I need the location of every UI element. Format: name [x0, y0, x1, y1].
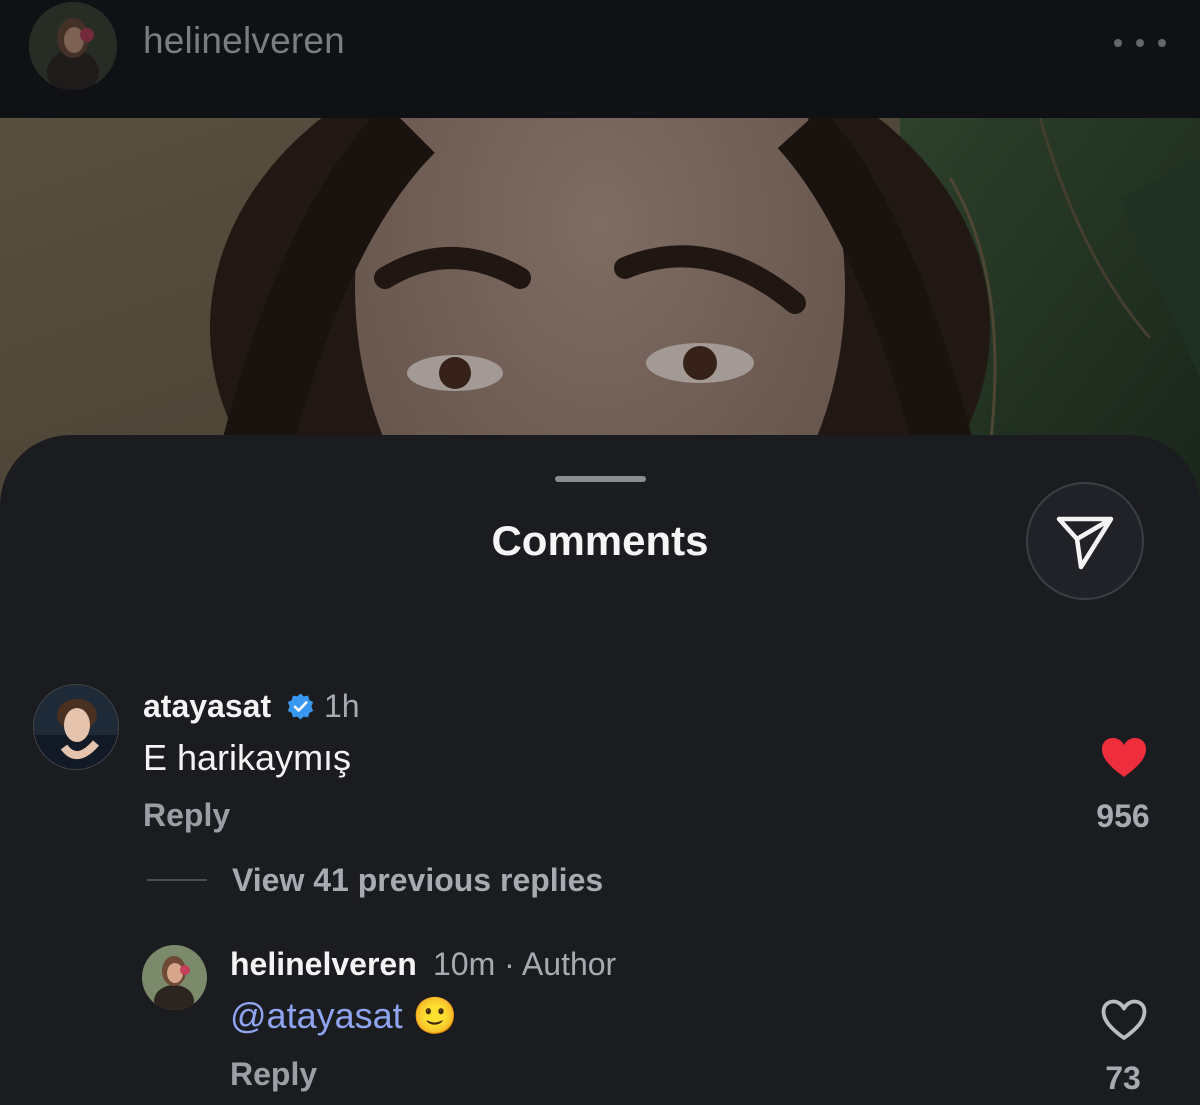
heart-filled-icon[interactable]: [1101, 737, 1147, 779]
mention-link[interactable]: @atayasat: [230, 995, 403, 1036]
reply-button[interactable]: Reply: [143, 797, 230, 834]
reply-reply-button[interactable]: Reply: [230, 1056, 317, 1093]
send-icon: [1056, 516, 1114, 570]
reply-username[interactable]: helinelveren: [230, 946, 417, 983]
reply-time: 10m: [433, 946, 496, 982]
author-username[interactable]: helinelveren: [143, 20, 345, 62]
view-previous-replies-button[interactable]: View 41 previous replies: [232, 862, 603, 899]
heart-outline-icon[interactable]: [1101, 999, 1147, 1041]
author-avatar-image: [29, 2, 117, 90]
smile-emoji: 🙂: [412, 995, 458, 1036]
commenter-username[interactable]: atayasat: [143, 688, 271, 725]
like-count: 956: [1096, 798, 1150, 834]
commenter-avatar[interactable]: [33, 684, 119, 770]
more-dot: [1136, 39, 1144, 47]
drag-handle[interactable]: [555, 476, 646, 482]
reply-meta: 10m · Author: [433, 946, 616, 983]
reply-avatar[interactable]: [142, 945, 207, 1010]
more-horizontal-icon[interactable]: [1114, 30, 1166, 56]
more-dot: [1114, 39, 1122, 47]
author-avatar[interactable]: [29, 2, 117, 90]
reply-avatar-image: [142, 945, 207, 1010]
comments-sheet: Comments atayasat 1h E harikaymış Reply …: [0, 435, 1200, 1105]
replies-divider: [147, 879, 207, 881]
meta-separator: ·: [504, 946, 515, 982]
more-dot: [1158, 39, 1166, 47]
comment-text: E harikaymış: [143, 737, 352, 778]
comment-time: 1h: [324, 688, 360, 724]
commenter-avatar-image: [34, 685, 118, 769]
reply-like-count: 73: [1105, 1060, 1141, 1096]
verified-badge-icon: [287, 693, 314, 720]
reply-text: @atayasat 🙂: [230, 995, 457, 1037]
post-header: helinelveren: [0, 0, 1200, 118]
sheet-title: Comments: [491, 517, 709, 564]
author-badge: Author: [521, 946, 617, 982]
share-button[interactable]: [1026, 482, 1144, 600]
